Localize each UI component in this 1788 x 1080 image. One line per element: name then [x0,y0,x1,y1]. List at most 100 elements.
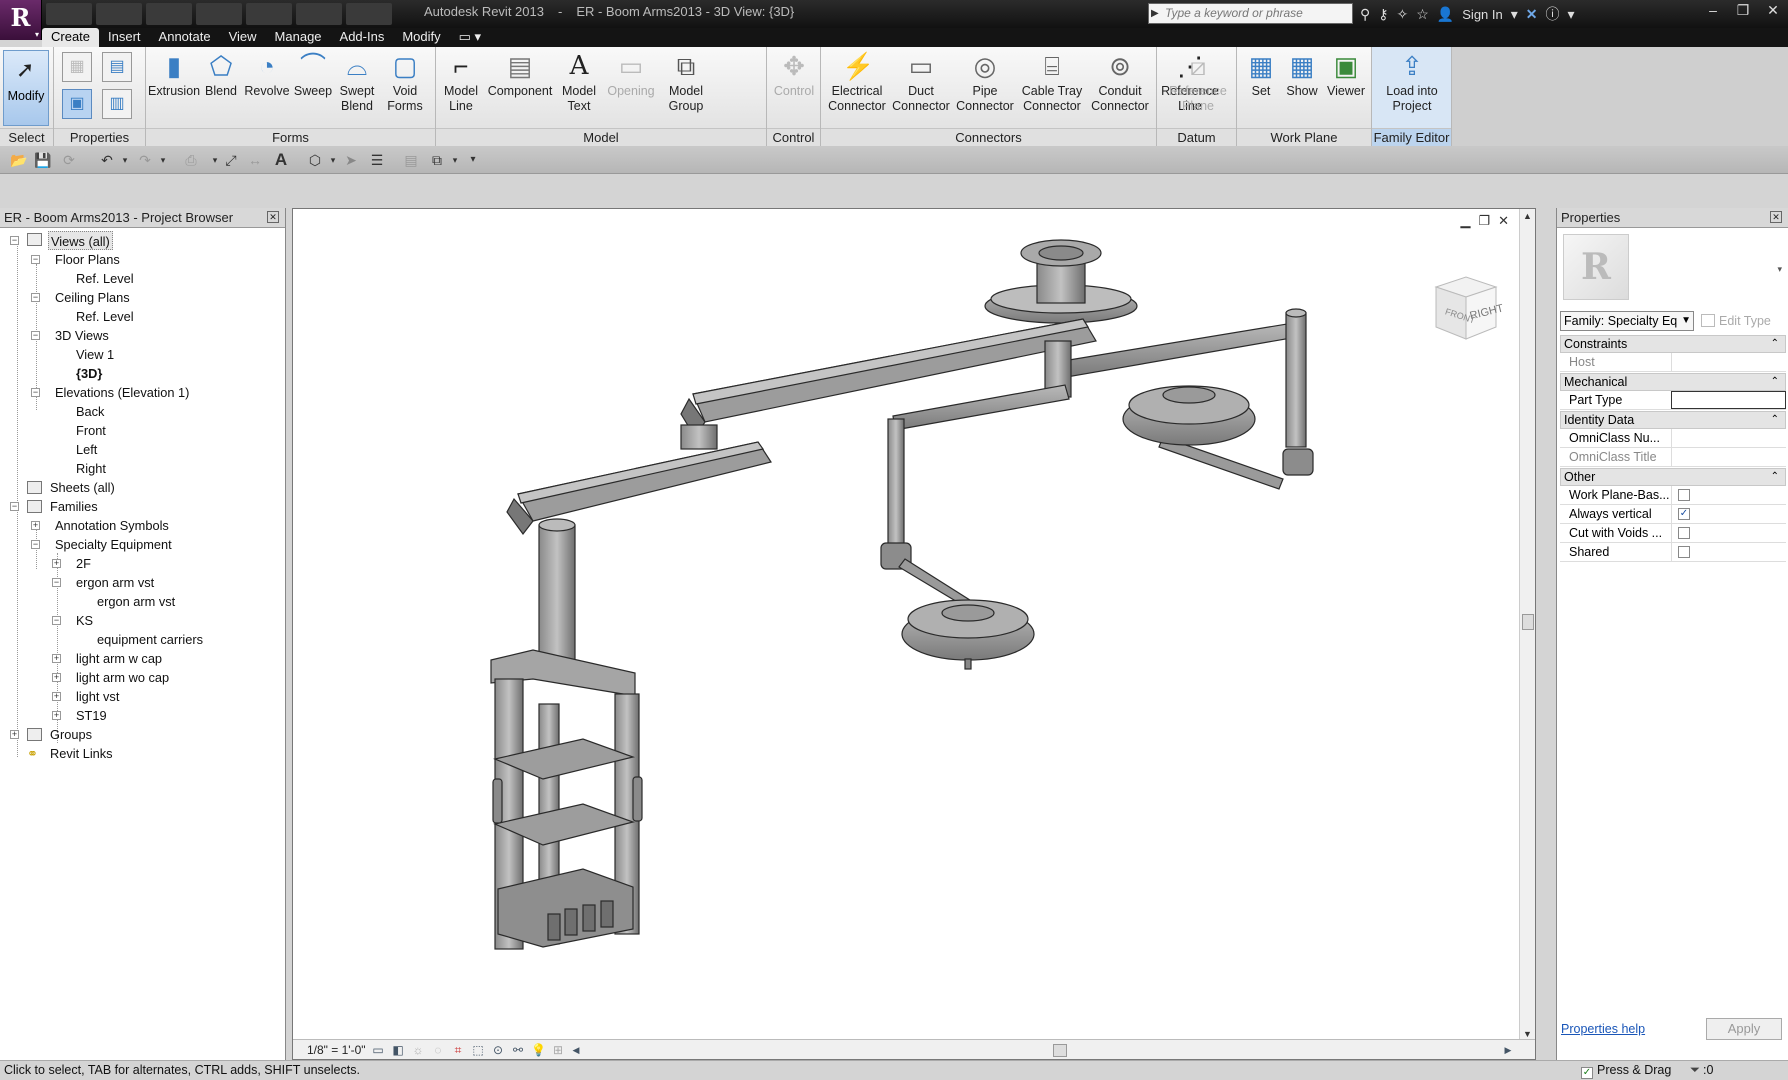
tree-ceiling-plans[interactable]: Ceiling Plans [55,288,130,307]
search-expand-icon[interactable]: ▶ [1151,4,1159,23]
model-line-button[interactable]: ⌐ Model Line [440,50,482,114]
expand-toggle[interactable]: + [52,673,61,682]
tab-view[interactable]: View [220,28,266,47]
viewcube[interactable]: FRONT RIGHT [1426,269,1506,349]
tree-family-light-vst[interactable]: light vst [76,687,119,706]
tree-elevation-back[interactable]: Back [76,402,104,421]
tree-family-light-arm-wo-cap[interactable]: light arm wo cap [76,668,169,687]
undo-icon[interactable]: ↶ [98,151,116,169]
viewer-button[interactable]: ▣ Viewer [1323,50,1369,99]
3d-view-canvas[interactable]: ▁ ❐ ✕ FRONT RIGHT ▲ ▼ 1/8" = 1'-0" ▭ ◧ ☼… [292,208,1536,1060]
horizontal-scroll-thumb[interactable] [1053,1044,1067,1057]
tree-views-all[interactable]: Views (all) [48,231,113,250]
group-constraints[interactable]: Constraints ⌃ [1560,335,1786,353]
tree-family-2f[interactable]: 2F [76,554,91,573]
tab-insert[interactable]: Insert [99,28,150,47]
revolve-button[interactable]: ◔ Revolve [242,50,292,99]
expand-toggle[interactable]: + [52,654,61,663]
shadows-icon[interactable]: ◌ [431,1043,445,1057]
visual-style-icon[interactable]: ◧ [391,1043,405,1057]
close-hidden-icon[interactable]: ▤ [402,151,420,169]
sweep-button[interactable]: ⌒ Sweep [292,50,334,99]
control-button[interactable]: ✥ Control [769,50,819,99]
sync-icon[interactable]: ⟳ [60,151,78,169]
collapse-icon[interactable]: ⌃ [1771,374,1779,390]
temporary-hide-icon[interactable]: ⚯ [511,1043,525,1057]
binoculars-icon[interactable]: ⚲ [1360,6,1370,23]
scroll-up-icon[interactable]: ▲ [1523,211,1532,221]
tree-family-st19[interactable]: ST19 [76,706,107,725]
crop-view-icon[interactable]: ⌗ [451,1043,465,1057]
group-identity-data[interactable]: Identity Data ⌃ [1560,411,1786,429]
cut-with-voids-checkbox[interactable] [1678,527,1690,539]
tree-floor-plans[interactable]: Floor Plans [55,250,120,269]
thin-lines-icon[interactable]: ☰ [368,151,386,169]
communication-icon[interactable]: ✧ [1397,6,1409,23]
scroll-down-icon[interactable]: ▼ [1523,1029,1532,1039]
expand-toggle[interactable]: + [31,521,40,530]
vertical-scrollbar[interactable]: ▲ ▼ [1519,209,1535,1041]
tree-floor-plan-ref-level[interactable]: Ref. Level [76,269,134,288]
customize-qat-icon[interactable]: ▾ [464,151,482,169]
set-button[interactable]: ▦ Set [1241,50,1281,99]
collapse-toggle[interactable]: − [31,331,40,340]
press-drag-checkbox[interactable]: ✓ [1581,1067,1593,1079]
close-icon[interactable]: ✕ [1770,211,1782,223]
collapse-toggle[interactable]: − [31,255,40,264]
measure-icon[interactable]: ⤢ [222,151,240,169]
expand-toggle[interactable]: + [52,711,61,720]
tab-add-ins[interactable]: Add-Ins [331,28,394,47]
tree-revit-links[interactable]: Revit Links [50,744,113,763]
subscription-icon[interactable]: ⚷ [1378,6,1388,23]
duct-connector-button[interactable]: ▭ Duct Connector [891,50,951,114]
expand-toggle[interactable]: + [52,692,61,701]
modify-button[interactable]: ➚ Modify [3,50,49,126]
viewcube-icon[interactable]: FRONT RIGHT [1426,269,1506,349]
void-forms-button[interactable]: ▢ Void Forms [382,50,428,114]
tree-elevation-left[interactable]: Left [76,440,97,459]
family-type-selector[interactable]: Family: Specialty Eq ▼ [1560,311,1694,331]
switch-windows-icon[interactable]: ⧉ [428,151,446,169]
tree-type-equipment-carriers[interactable]: equipment carriers [97,630,203,649]
tree-families[interactable]: Families [50,497,98,516]
analytical-model-icon[interactable]: ⊞ [551,1043,565,1057]
conduit-connector-button[interactable]: ⊚ Conduit Connector [1087,50,1153,114]
group-mechanical[interactable]: Mechanical ⌃ [1560,373,1786,391]
tree-family-light-arm-w-cap[interactable]: light arm w cap [76,649,162,668]
model-group-button[interactable]: ⧉ Model Group [662,50,710,114]
search-input[interactable]: ▶ Type a keyword or phrase [1148,3,1353,24]
edit-type-button[interactable]: Edit Type [1699,311,1785,331]
print-icon[interactable]: ⎙ [182,151,200,169]
save-icon[interactable]: 💾 [34,151,52,169]
type-properties-icon[interactable]: ▥ [102,89,132,119]
tree-3d-views[interactable]: 3D Views [55,326,109,345]
swept-blend-button[interactable]: ⌓ Swept Blend [334,50,380,114]
collapse-toggle[interactable]: − [10,502,19,511]
tree-family-ks[interactable]: KS [76,611,93,630]
sun-path-icon[interactable]: ☼ [411,1043,425,1057]
tree-view-3d[interactable]: {3D} [76,364,102,383]
reveal-hidden-icon[interactable]: 💡 [531,1043,546,1057]
work-plane-based-checkbox[interactable] [1678,489,1690,501]
restore-icon[interactable]: ❐ [1728,0,1758,22]
shared-checkbox[interactable] [1678,546,1690,558]
close-icon[interactable]: ✕ [267,211,279,223]
scroll-thumb[interactable] [1522,614,1534,630]
tree-elevation-front[interactable]: Front [76,421,106,440]
open-icon[interactable]: 📂 [10,151,28,169]
chevron-down-icon[interactable]: ▾ [324,151,342,169]
chevron-down-icon[interactable]: ▾ [154,151,172,169]
panel-label-select[interactable]: Select [0,128,53,146]
boom-arm-model[interactable] [293,209,1519,1039]
lock-3d-view-icon[interactable]: ⊙ [491,1043,505,1057]
family-types-icon[interactable]: ▤ [102,52,132,82]
expand-toggle[interactable]: + [52,559,61,568]
show-crop-region-icon[interactable]: ⬚ [471,1043,485,1057]
dimension-icon[interactable]: ↔ [246,151,264,169]
apply-button[interactable]: Apply [1706,1018,1782,1040]
favorites-icon[interactable]: ☆ [1416,6,1429,23]
always-vertical-checkbox[interactable]: ✓ [1678,508,1690,520]
chevron-down-icon[interactable]: ▾ [116,151,134,169]
collapse-toggle[interactable]: − [10,236,19,245]
section-icon[interactable]: ➤ [342,151,360,169]
